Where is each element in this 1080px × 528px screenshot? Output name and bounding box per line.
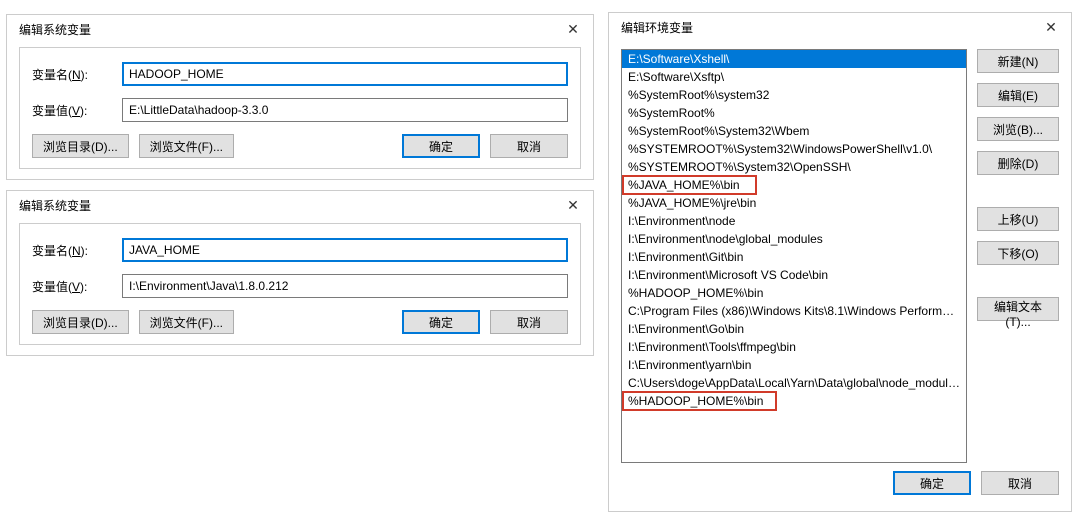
path-list-item[interactable]: %SYSTEMROOT%\System32\OpenSSH\ [622, 158, 966, 176]
browse-button[interactable]: 浏览(B)... [977, 117, 1059, 141]
move-down-button[interactable]: 下移(O) [977, 241, 1059, 265]
dialog-body: 变量名(N): 变量值(V): 浏览目录(D)... 浏览文件(F)... 确定… [19, 47, 581, 169]
dialog-body: E:\Software\Xshell\E:\Software\Xsftp\%Sy… [609, 41, 1071, 471]
var-name-row: 变量名(N): [32, 238, 568, 262]
path-list-item[interactable]: C:\Program Files (x86)\Windows Kits\8.1\… [622, 302, 966, 320]
cancel-button[interactable]: 取消 [490, 134, 568, 158]
dialog-title: 编辑系统变量 [19, 197, 91, 214]
path-list-item[interactable]: E:\Software\Xshell\ [622, 50, 966, 68]
edit-env-var-dialog: 编辑环境变量 ✕ E:\Software\Xshell\E:\Software\… [608, 12, 1072, 512]
path-list-item[interactable]: %HADOOP_HOME%\bin [622, 392, 966, 410]
path-list-item[interactable]: I:\Environment\Microsoft VS Code\bin [622, 266, 966, 284]
path-list-item[interactable]: %SystemRoot% [622, 104, 966, 122]
edit-button[interactable]: 编辑(E) [977, 83, 1059, 107]
path-list-item[interactable]: E:\Software\Xsftp\ [622, 68, 966, 86]
path-list-item[interactable]: I:\Environment\Git\bin [622, 248, 966, 266]
path-list-item[interactable]: I:\Environment\Go\bin [622, 320, 966, 338]
edit-text-button[interactable]: 编辑文本(T)... [977, 297, 1059, 321]
cancel-button[interactable]: 取消 [490, 310, 568, 334]
var-name-label: 变量名(N): [32, 66, 122, 83]
cancel-button[interactable]: 取消 [981, 471, 1059, 495]
var-value-label: 变量值(V): [32, 278, 122, 295]
browse-file-button[interactable]: 浏览文件(F)... [139, 134, 234, 158]
ok-button[interactable]: 确定 [402, 310, 480, 334]
path-list-item[interactable]: I:\Environment\yarn\bin [622, 356, 966, 374]
var-name-row: 变量名(N): [32, 62, 568, 86]
path-list-item[interactable]: %SystemRoot%\System32\Wbem [622, 122, 966, 140]
title-bar: 编辑环境变量 ✕ [609, 13, 1071, 41]
var-name-input[interactable] [122, 62, 568, 86]
path-list-item[interactable]: %JAVA_HOME%\bin [622, 176, 966, 194]
var-value-row: 变量值(V): [32, 98, 568, 122]
dialog-body: 变量名(N): 变量值(V): 浏览目录(D)... 浏览文件(F)... 确定… [19, 223, 581, 345]
path-list-item[interactable]: %JAVA_HOME%\jre\bin [622, 194, 966, 212]
path-list-item[interactable]: C:\Users\doge\AppData\Local\Yarn\Data\gl… [622, 374, 966, 392]
var-value-input[interactable] [122, 274, 568, 298]
var-value-row: 变量值(V): [32, 274, 568, 298]
var-name-input[interactable] [122, 238, 568, 262]
edit-system-var-dialog-1: 编辑系统变量 ✕ 变量名(N): 变量值(V): 浏览目录(D)... 浏览文件… [6, 14, 594, 180]
path-list-item[interactable]: I:\Environment\node\global_modules [622, 230, 966, 248]
title-bar: 编辑系统变量 ✕ [7, 15, 593, 43]
dialog-title: 编辑环境变量 [621, 19, 693, 36]
close-icon[interactable]: ✕ [1039, 19, 1063, 36]
footer-buttons: 确定 取消 [609, 471, 1071, 505]
browse-dir-button[interactable]: 浏览目录(D)... [32, 310, 129, 334]
title-bar: 编辑系统变量 ✕ [7, 191, 593, 219]
var-value-label: 变量值(V): [32, 102, 122, 119]
ok-button[interactable]: 确定 [402, 134, 480, 158]
close-icon[interactable]: ✕ [561, 197, 585, 214]
path-list-item[interactable]: %HADOOP_HOME%\bin [622, 284, 966, 302]
side-buttons: 新建(N) 编辑(E) 浏览(B)... 删除(D) 上移(U) 下移(O) 编… [977, 49, 1059, 463]
path-list[interactable]: E:\Software\Xshell\E:\Software\Xsftp\%Sy… [621, 49, 967, 463]
browse-file-button[interactable]: 浏览文件(F)... [139, 310, 234, 334]
move-up-button[interactable]: 上移(U) [977, 207, 1059, 231]
var-value-input[interactable] [122, 98, 568, 122]
delete-button[interactable]: 删除(D) [977, 151, 1059, 175]
dialog-title: 编辑系统变量 [19, 21, 91, 38]
path-list-item[interactable]: I:\Environment\node [622, 212, 966, 230]
button-row: 浏览目录(D)... 浏览文件(F)... 确定 取消 [32, 134, 568, 158]
path-list-item[interactable]: %SYSTEMROOT%\System32\WindowsPowerShell\… [622, 140, 966, 158]
close-icon[interactable]: ✕ [561, 21, 585, 38]
new-button[interactable]: 新建(N) [977, 49, 1059, 73]
ok-button[interactable]: 确定 [893, 471, 971, 495]
path-list-item[interactable]: I:\Environment\Tools\ffmpeg\bin [622, 338, 966, 356]
edit-system-var-dialog-2: 编辑系统变量 ✕ 变量名(N): 变量值(V): 浏览目录(D)... 浏览文件… [6, 190, 594, 356]
var-name-label: 变量名(N): [32, 242, 122, 259]
button-row: 浏览目录(D)... 浏览文件(F)... 确定 取消 [32, 310, 568, 334]
browse-dir-button[interactable]: 浏览目录(D)... [32, 134, 129, 158]
path-list-item[interactable]: %SystemRoot%\system32 [622, 86, 966, 104]
